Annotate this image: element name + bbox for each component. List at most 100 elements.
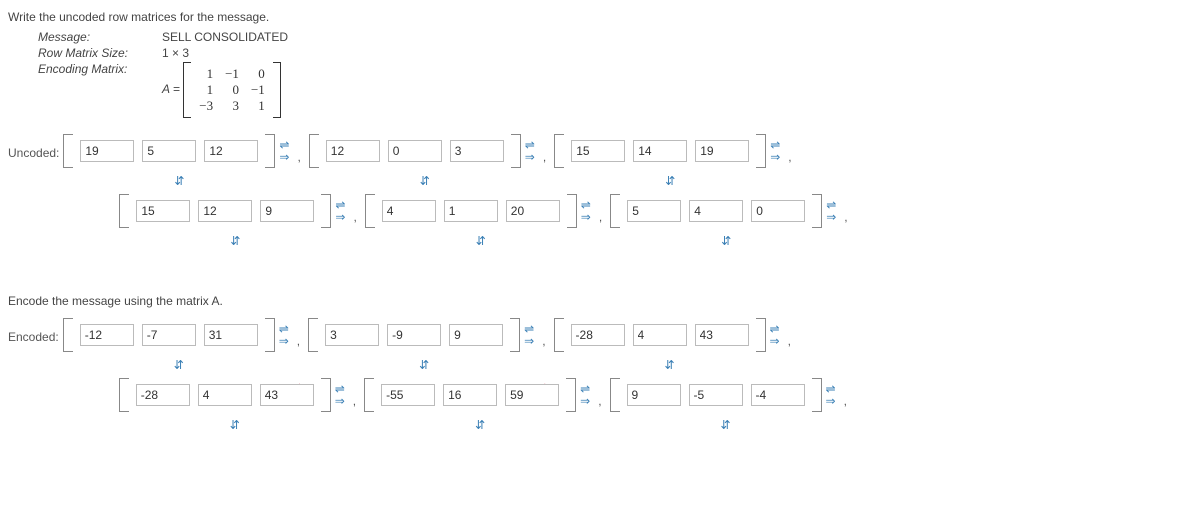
matrix-cell-input[interactable] [325,324,379,346]
message-value: SELL CONSOLIDATED [162,30,288,44]
matrix-cell-input[interactable] [449,324,503,346]
matrix-cell-input[interactable] [443,384,497,406]
bracket-left [308,318,318,352]
matrix-cell-input[interactable] [142,140,196,162]
matrix-cell-input[interactable] [260,200,314,222]
matrix-cell-input[interactable] [751,384,805,406]
matrix-cell-input[interactable] [627,384,681,406]
step-arrows-icon[interactable]: ⇌⇒ [581,200,591,222]
matrix-cell-input[interactable] [689,200,743,222]
bracket-right [265,318,275,352]
bracket-left [119,378,129,412]
matrix-cell-input[interactable] [136,200,190,222]
matrix-cell-input[interactable] [260,384,314,406]
matrix-cell-input[interactable] [388,140,442,162]
step-arrows-icon[interactable]: ⇌⇒ [525,140,535,162]
step-arrows-icon[interactable]: ⇌⇒ [335,384,345,406]
matrix-cluster: ⇌⇒⇵✘ [63,318,295,352]
matrix-cell-input[interactable] [627,200,681,222]
matrix-cell-input[interactable] [382,200,436,222]
a-equals: A = [162,82,180,96]
step-arrows-icon[interactable]: ⇌⇒ [826,384,836,406]
bracket-left [610,194,620,228]
separator-comma: , [598,394,601,412]
matrix-cluster: ⇌⇒⇵✘ [364,378,596,412]
matrix-cell-input[interactable] [198,384,252,406]
separator-comma: , [788,150,791,168]
step-arrows-icon[interactable]: ⇌⇒ [279,140,289,162]
bracket-right [756,134,766,168]
separator-comma: , [353,394,356,412]
bracket-right [756,318,766,352]
matrix-cell-input[interactable] [444,200,498,222]
step-arrows-icon[interactable]: ⇌⇒ [770,324,780,346]
bracket-right [812,194,822,228]
size-key: Row Matrix Size: [38,46,158,60]
reorder-icon[interactable]: ⇵ [721,234,731,248]
matrix-cell-input[interactable] [633,140,687,162]
bracket-right [321,194,331,228]
reorder-icon[interactable]: ⇵ [230,418,240,432]
matrix-cell-input[interactable] [695,140,749,162]
matrix-cell-input[interactable] [695,324,749,346]
reorder-icon[interactable]: ⇵ [174,174,184,188]
matrix-cell-input[interactable] [751,200,805,222]
step-arrows-icon[interactable]: ⇌⇒ [826,200,836,222]
matrix-cell-input[interactable] [450,140,504,162]
reorder-icon[interactable]: ⇵ [476,234,486,248]
matrix-cell-input[interactable] [142,324,196,346]
step-arrows-icon[interactable]: ⇌⇒ [770,140,780,162]
matrix-line: ⇌⇒⇵✔,⇌⇒⇵✔,⇌⇒⇵✔, [63,134,1192,168]
reorder-icon[interactable]: ⇵ [230,234,240,248]
matrix-cell-input[interactable] [571,140,625,162]
bracket-left [554,318,564,352]
bracket-right [567,194,577,228]
matrix-cell-input[interactable] [505,384,559,406]
matrix-line: ⇌⇒⇵✘,⇌⇒⇵✘,⇌⇒⇵✔, [119,378,1192,412]
matrix-cluster: ⇌⇒⇵✘ [119,378,351,412]
uncoded-label: Uncoded: [8,146,59,160]
matrix-line: ⇌⇒⇵✘,⇌⇒⇵✘,⇌⇒⇵✘, [63,318,1192,352]
encoded-label: Encoded: [8,330,59,344]
matrix-cell-input[interactable] [326,140,380,162]
matrix-cluster: ⇌⇒⇵✔ [554,134,786,168]
step-arrows-icon[interactable]: ⇌⇒ [580,384,590,406]
matrix-cell-input[interactable] [136,384,190,406]
matrix-cell-input[interactable] [80,140,134,162]
bracket-right [511,134,521,168]
matrix-cell-input[interactable] [204,324,258,346]
bracket-left [309,134,319,168]
reorder-icon[interactable]: ⇵ [174,358,184,372]
reorder-icon[interactable]: ⇵ [665,174,675,188]
message-key: Message: [38,30,158,44]
encoding-key: Encoding Matrix: [38,62,158,76]
matrix-cell-input[interactable] [80,324,134,346]
encoding-matrix: 1−10 10−1 −331 [183,62,281,118]
matrix-cluster: ⇌⇒⇵✔ [365,194,597,228]
uncoded-rows: ⇌⇒⇵✔,⇌⇒⇵✔,⇌⇒⇵✔,⇌⇒⇵✔,⇌⇒⇵✔,⇌⇒⇵✔, [63,130,1192,254]
matrix-line: ⇌⇒⇵✔,⇌⇒⇵✔,⇌⇒⇵✔, [119,194,1192,228]
matrix-cell-input[interactable] [689,384,743,406]
bracket-right [812,378,822,412]
matrix-cell-input[interactable] [204,140,258,162]
matrix-cell-input[interactable] [571,324,625,346]
reorder-icon[interactable]: ⇵ [475,418,485,432]
reorder-icon[interactable]: ⇵ [721,418,731,432]
step-arrows-icon[interactable]: ⇌⇒ [335,200,345,222]
matrix-cell-input[interactable] [381,384,435,406]
separator-comma: , [788,334,791,352]
matrix-cell-input[interactable] [387,324,441,346]
reorder-icon[interactable]: ⇵ [665,358,675,372]
matrix-cell-input[interactable] [198,200,252,222]
definition-list: Message: SELL CONSOLIDATED Row Matrix Si… [38,30,1192,118]
size-value: 1 × 3 [162,46,189,60]
bracket-left [610,378,620,412]
reorder-icon[interactable]: ⇵ [419,358,429,372]
matrix-cell-input[interactable] [506,200,560,222]
reorder-icon[interactable]: ⇵ [420,174,430,188]
step-arrows-icon[interactable]: ⇌⇒ [524,324,534,346]
separator-comma: , [599,210,602,228]
matrix-cell-input[interactable] [633,324,687,346]
matrix-cluster: ⇌⇒⇵✔ [309,134,541,168]
step-arrows-icon[interactable]: ⇌⇒ [279,324,289,346]
